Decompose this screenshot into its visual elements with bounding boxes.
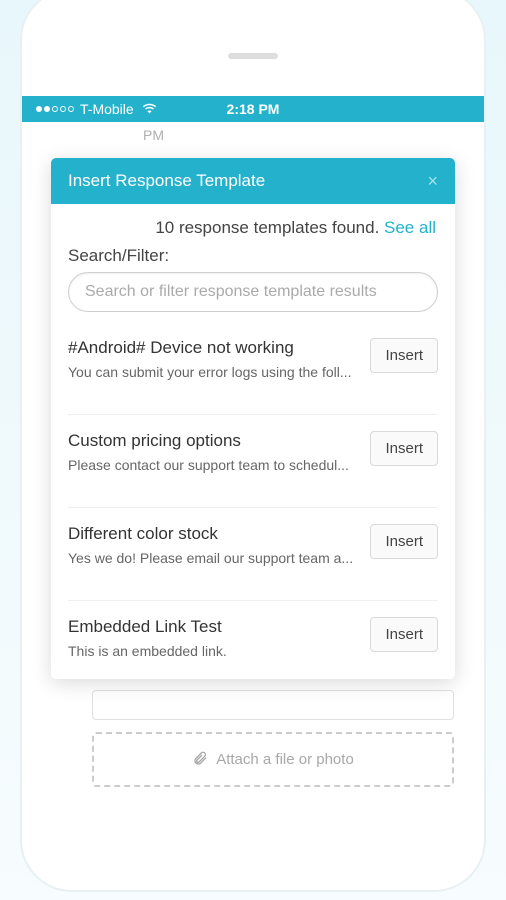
template-desc: This is an embedded link. — [68, 643, 360, 659]
template-title: Embedded Link Test — [68, 617, 360, 637]
template-list: #Android# Device not working You can sub… — [68, 328, 438, 679]
modal-overlay: Insert Response Template × 10 response t… — [22, 122, 484, 876]
insert-button[interactable]: Insert — [370, 617, 438, 652]
close-icon[interactable]: × — [427, 172, 438, 190]
template-title: #Android# Device not working — [68, 338, 360, 358]
template-desc: Please contact our support team to sched… — [68, 457, 360, 473]
insert-button[interactable]: Insert — [370, 524, 438, 559]
speaker — [228, 53, 278, 59]
modal-header: Insert Response Template × — [51, 158, 455, 204]
template-item: Custom pricing options Please contact ou… — [68, 414, 438, 507]
template-title: Different color stock — [68, 524, 360, 544]
search-filter-label: Search/Filter: — [68, 246, 438, 266]
phone-frame: T-Mobile 2:18 PM PM — [22, 0, 484, 890]
template-text: #Android# Device not working You can sub… — [68, 338, 360, 380]
template-desc: You can submit your error logs using the… — [68, 364, 360, 380]
found-count-text: 10 response templates found. — [155, 218, 384, 237]
template-text: Different color stock Yes we do! Please … — [68, 524, 360, 566]
modal-title: Insert Response Template — [68, 171, 265, 191]
status-bar: T-Mobile 2:18 PM — [22, 96, 484, 122]
phone-screen: T-Mobile 2:18 PM PM — [22, 96, 484, 876]
status-time: 2:18 PM — [227, 101, 280, 117]
template-item: Embedded Link Test This is an embedded l… — [68, 600, 438, 679]
template-desc: Yes we do! Please email our support team… — [68, 550, 360, 566]
template-title: Custom pricing options — [68, 431, 360, 451]
signal-dots-icon — [36, 106, 74, 112]
status-left: T-Mobile — [36, 101, 157, 117]
insert-button[interactable]: Insert — [370, 431, 438, 466]
insert-button[interactable]: Insert — [370, 338, 438, 373]
template-item: #Android# Device not working You can sub… — [68, 328, 438, 414]
see-all-link[interactable]: See all — [384, 218, 436, 237]
modal-body: 10 response templates found. See all Sea… — [51, 204, 455, 679]
wifi-icon — [142, 101, 157, 117]
carrier-label: T-Mobile — [80, 101, 134, 117]
insert-template-modal: Insert Response Template × 10 response t… — [51, 158, 455, 679]
template-item: Different color stock Yes we do! Please … — [68, 507, 438, 600]
search-input[interactable] — [68, 272, 438, 312]
template-text: Embedded Link Test This is an embedded l… — [68, 617, 360, 659]
templates-found-line: 10 response templates found. See all — [68, 218, 436, 238]
template-text: Custom pricing options Please contact ou… — [68, 431, 360, 473]
